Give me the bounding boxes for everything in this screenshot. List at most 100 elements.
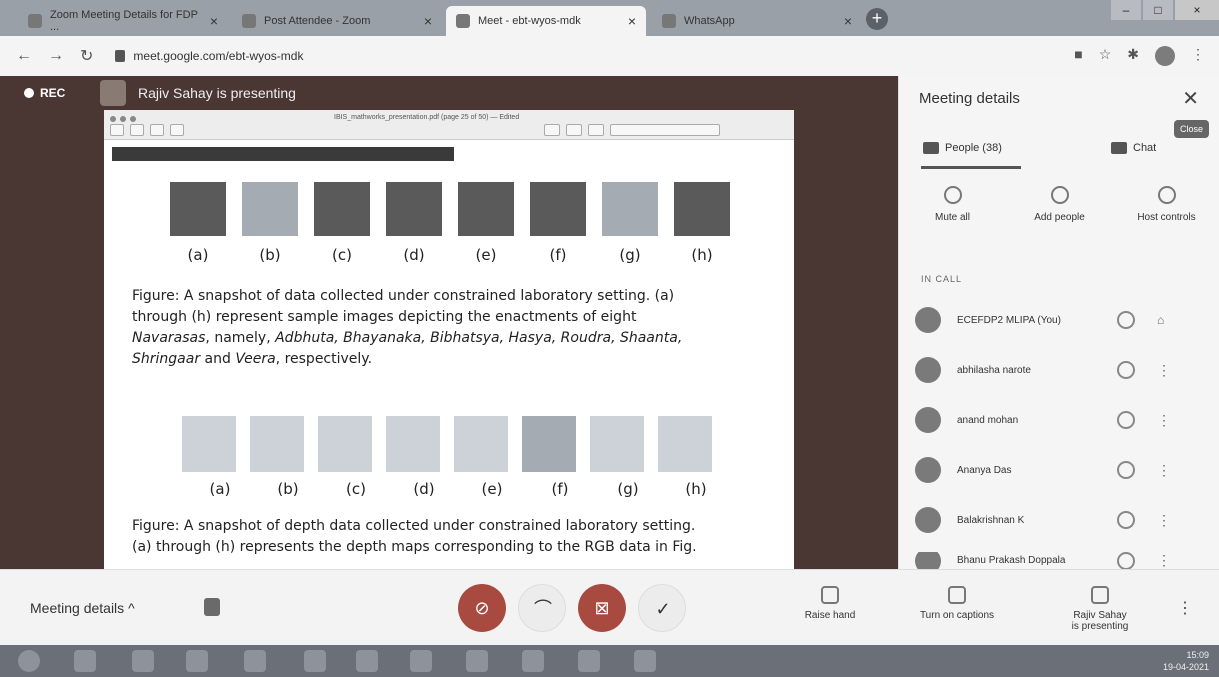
close-tab-icon[interactable]: × xyxy=(424,13,432,29)
mute-all-button[interactable]: Mute all xyxy=(905,186,1001,223)
menu-icon[interactable]: ⋮ xyxy=(1191,46,1205,66)
more-options-icon[interactable]: ⋮ xyxy=(1157,552,1171,569)
close-tab-icon[interactable]: × xyxy=(210,13,218,29)
panel-title: Meeting details xyxy=(919,90,1020,107)
thumbnail-image xyxy=(250,416,304,472)
people-icon xyxy=(923,142,939,154)
mic-off-icon[interactable] xyxy=(1117,311,1135,329)
record-dot-icon xyxy=(24,88,34,98)
new-tab-button[interactable]: + xyxy=(866,8,888,30)
mic-off-icon[interactable] xyxy=(1117,411,1135,429)
participant-row[interactable]: ECEFDP2 MLIPA (You) ⌂ xyxy=(915,302,1205,338)
caption-line: Figure: A snapshot of depth data collect… xyxy=(132,518,696,534)
close-panel-icon[interactable]: ✕ xyxy=(1182,86,1199,111)
app-icon[interactable] xyxy=(410,650,432,672)
presenting-button[interactable]: Rajiv Sahay is presenting xyxy=(1050,586,1150,632)
check-button[interactable]: ✓ xyxy=(638,584,686,632)
presentation-stage: REC Rajiv Sahay is presenting IBIS_mathw… xyxy=(0,76,898,569)
more-options-icon[interactable]: ⋮ xyxy=(1177,598,1193,618)
minimize-dot-icon xyxy=(120,116,126,122)
ie-icon[interactable] xyxy=(74,650,96,672)
participant-name: Balakrishnan K xyxy=(957,514,1025,526)
paint-icon[interactable] xyxy=(522,650,544,672)
clock-date: 19-04-2021 xyxy=(1162,662,1209,672)
participant-row[interactable]: Ananya Das ⋮ xyxy=(915,452,1205,488)
pin-icon[interactable]: ⌂ xyxy=(1157,313,1164,327)
mic-off-icon[interactable] xyxy=(1117,552,1135,569)
profile-avatar[interactable] xyxy=(1155,46,1175,66)
captions-label: Turn on captions xyxy=(919,610,995,621)
media-player-icon[interactable] xyxy=(186,650,208,672)
more-options-icon[interactable]: ⋮ xyxy=(1157,512,1171,529)
tab-label: Zoom Meeting Details for FDP ... xyxy=(50,9,198,33)
video-icon[interactable] xyxy=(578,650,600,672)
extensions-icon[interactable]: ✱ xyxy=(1127,46,1139,66)
zoom-out-icon xyxy=(130,124,144,136)
minimize-button[interactable]: – xyxy=(1111,0,1141,20)
captions-button[interactable]: Turn on captions xyxy=(902,586,1012,621)
participant-name: anand mohan xyxy=(957,414,1019,426)
app-icon[interactable] xyxy=(634,650,656,672)
chrome-icon[interactable] xyxy=(356,650,378,672)
explorer-icon[interactable] xyxy=(132,650,154,672)
tab-favicon-icon xyxy=(456,14,470,28)
hand-icon xyxy=(821,586,839,604)
mic-off-icon[interactable] xyxy=(1117,461,1135,479)
system-clock[interactable]: 15:09 19-04-2021 xyxy=(1163,649,1209,673)
label: (c) xyxy=(332,246,352,264)
leave-call-button[interactable]: ⌒ xyxy=(518,584,566,632)
more-options-icon[interactable]: ⋮ xyxy=(1157,412,1171,429)
mic-off-icon[interactable] xyxy=(1117,511,1135,529)
participant-name: Bhanu Prakash Doppala xyxy=(957,555,1066,566)
mic-toggle-button[interactable]: ⊘ xyxy=(458,584,506,632)
participant-row[interactable]: Balakrishnan K ⋮ xyxy=(915,502,1205,538)
forward-icon[interactable]: → xyxy=(48,47,64,65)
tab-whatsapp[interactable]: WhatsApp × xyxy=(652,6,862,36)
tab-meet[interactable]: Meet - ebt-wyos-mdk × xyxy=(446,6,646,36)
thumbnail-image xyxy=(458,182,514,236)
label: (d) xyxy=(413,480,435,498)
reload-icon[interactable]: ↻ xyxy=(80,46,93,66)
meeting-details-button[interactable]: Meeting details ^ xyxy=(30,600,135,616)
mic-off-icon[interactable] xyxy=(1117,361,1135,379)
app-icon[interactable] xyxy=(466,650,488,672)
zoom-dot-icon xyxy=(130,116,136,122)
raise-hand-button[interactable]: Raise hand xyxy=(790,586,870,621)
shield-icon[interactable] xyxy=(204,598,220,616)
participant-row[interactable]: abhilasha narote ⋮ xyxy=(915,352,1205,388)
more-options-icon[interactable]: ⋮ xyxy=(1157,362,1171,379)
start-button[interactable] xyxy=(18,650,40,672)
share-icon xyxy=(170,124,184,136)
app-icon[interactable] xyxy=(244,650,266,672)
maximize-button[interactable]: □ xyxy=(1143,0,1173,20)
tab-people[interactable]: People (38) xyxy=(923,142,1002,154)
add-people-button[interactable]: Add people xyxy=(1012,186,1108,223)
close-tab-icon[interactable]: × xyxy=(628,13,636,29)
thumbnail-image xyxy=(170,182,226,236)
action-label: Host controls xyxy=(1137,212,1196,223)
star-icon[interactable]: ☆ xyxy=(1099,46,1112,66)
caption-em: Navarasas xyxy=(132,330,206,346)
avatar xyxy=(915,552,941,569)
caption-depth: Figure: A snapshot of depth data collect… xyxy=(132,516,792,558)
tab-post-attendee[interactable]: Post Attendee - Zoom × xyxy=(232,6,442,36)
close-tab-icon[interactable]: × xyxy=(844,13,852,29)
participant-row[interactable]: anand mohan ⋮ xyxy=(915,402,1205,438)
label: (g) xyxy=(617,480,639,498)
camera-toggle-button[interactable]: ⊠ xyxy=(578,584,626,632)
close-window-button[interactable]: × xyxy=(1175,0,1219,20)
camera-icon[interactable]: ■ xyxy=(1074,46,1082,66)
back-icon[interactable]: ← xyxy=(16,47,32,65)
participant-name: abhilasha narote xyxy=(957,364,1031,376)
host-controls-button[interactable]: Host controls xyxy=(1119,186,1215,223)
url-field[interactable]: meet.google.com/ebt-wyos-mdk xyxy=(115,49,303,63)
participant-row[interactable]: Bhanu Prakash Doppala ⋮ xyxy=(915,552,1205,569)
tab-chat[interactable]: Chat xyxy=(1111,142,1156,154)
label: (g) xyxy=(619,246,641,264)
tab-zoom-details[interactable]: Zoom Meeting Details for FDP ... × xyxy=(18,6,228,36)
app-icon[interactable] xyxy=(304,650,326,672)
more-options-icon[interactable]: ⋮ xyxy=(1157,462,1171,479)
camera-off-icon: ⊠ xyxy=(594,598,610,618)
add-person-icon xyxy=(1050,186,1069,204)
rotate-icon xyxy=(566,124,582,136)
